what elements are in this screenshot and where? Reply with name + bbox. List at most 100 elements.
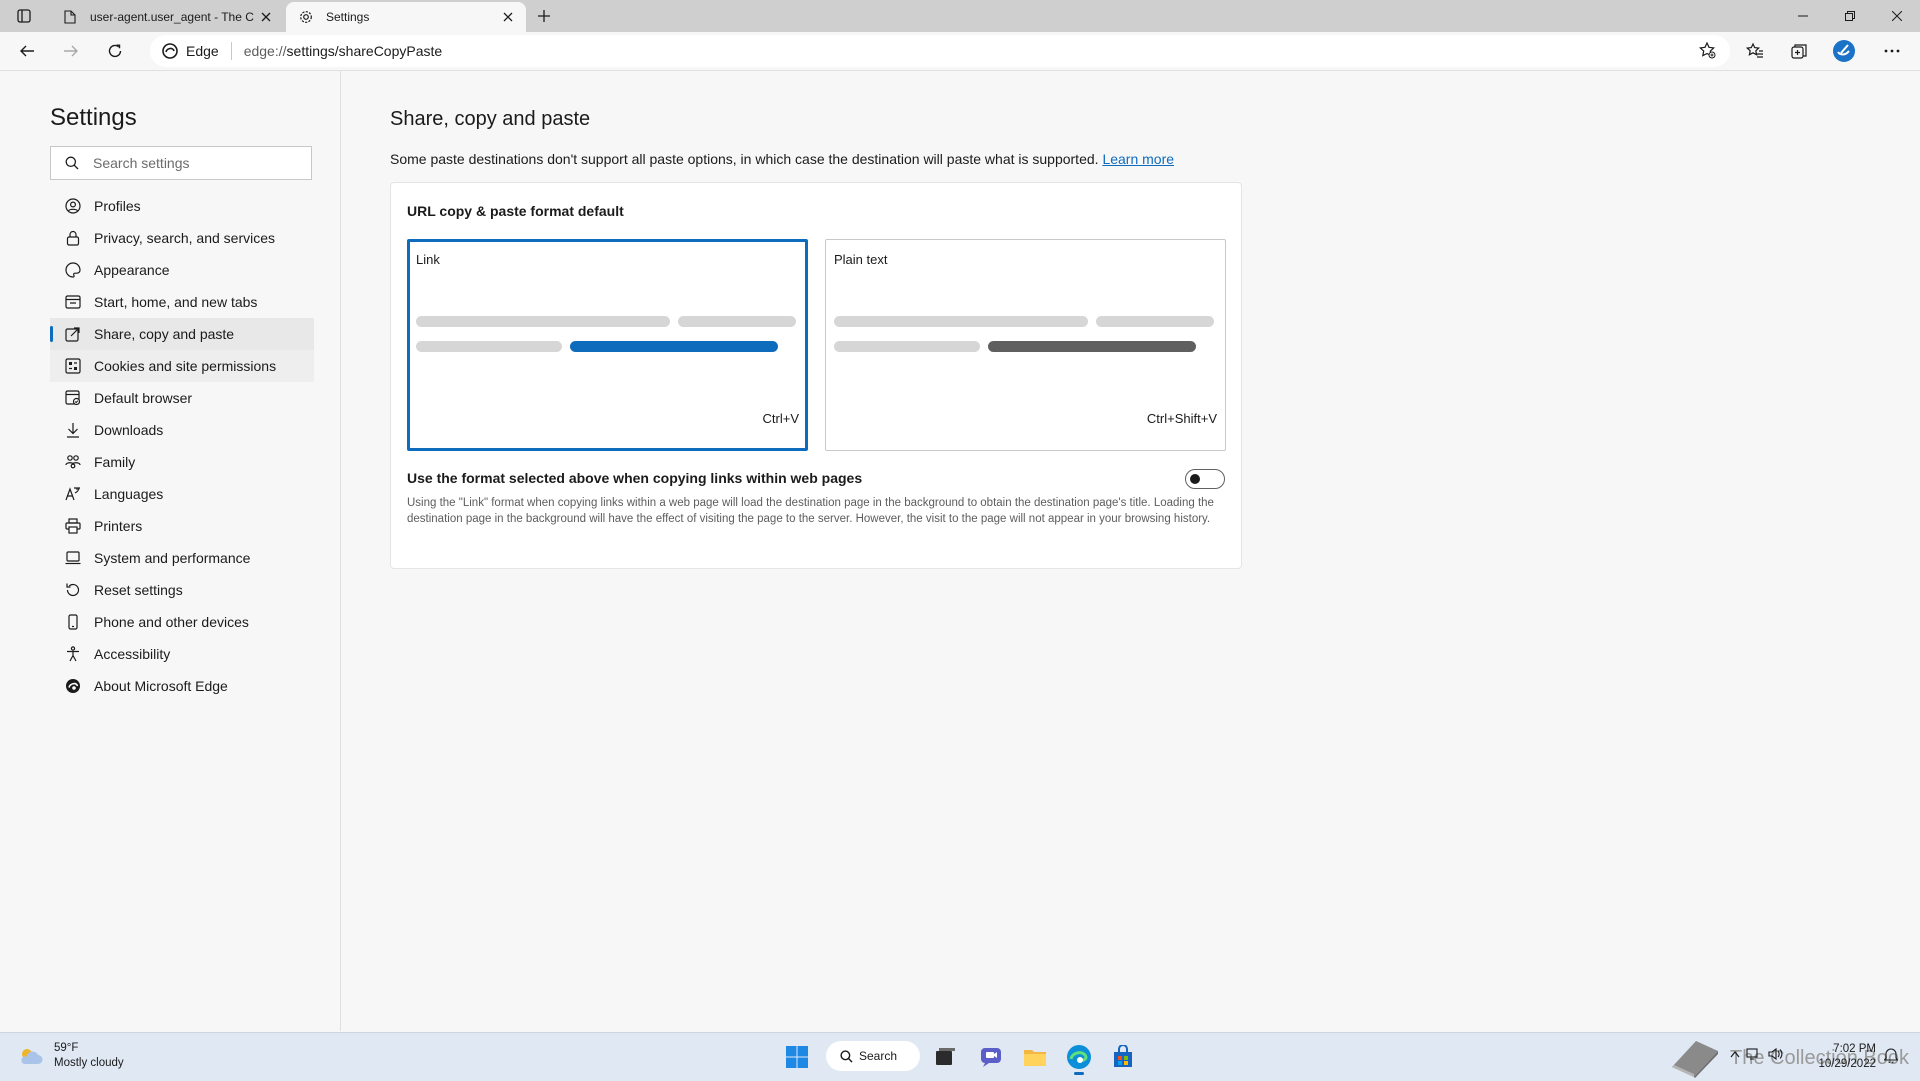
task-view-button[interactable] xyxy=(927,1039,963,1075)
tab-user-agent[interactable]: user-agent.user_agent - The Coll xyxy=(50,2,284,32)
weather-widget[interactable]: 59°F Mostly cloudy xyxy=(18,1041,124,1071)
tab-actions-button[interactable] xyxy=(10,4,38,28)
new-tab-button[interactable] xyxy=(532,4,556,28)
minimize-icon xyxy=(1798,15,1808,17)
lock-icon xyxy=(64,229,82,247)
url-host: edge:// xyxy=(243,43,287,59)
more-menu-button[interactable] xyxy=(1877,37,1907,65)
profile-avatar-button[interactable] xyxy=(1829,37,1859,65)
sidebar-item-label: Family xyxy=(94,454,136,470)
preview-bar xyxy=(678,316,796,327)
plus-icon xyxy=(538,10,550,22)
tab-settings[interactable]: Settings xyxy=(286,2,526,32)
sidebar-item-phone[interactable]: Phone and other devices xyxy=(50,606,314,638)
sidebar-item-family[interactable]: Family xyxy=(50,446,314,478)
back-arrow-icon xyxy=(20,45,34,57)
favorites-icon xyxy=(1746,42,1763,58)
restore-icon xyxy=(1845,11,1855,21)
sidebar-item-share-copy-paste[interactable]: Share, copy and paste xyxy=(50,318,314,350)
store-icon xyxy=(1114,1045,1132,1067)
forward-arrow-icon xyxy=(64,45,78,57)
family-icon xyxy=(64,453,82,471)
tab-strip: user-agent.user_agent - The Coll Setting… xyxy=(0,0,1920,32)
copy-within-pages-toggle[interactable] xyxy=(1185,469,1225,489)
minimize-button[interactable] xyxy=(1780,0,1826,32)
address-bar[interactable]: Edge edge://settings/shareCopyPaste xyxy=(150,35,1730,67)
sidebar-item-start-home[interactable]: Start, home, and new tabs xyxy=(50,286,314,318)
volume-button[interactable] xyxy=(1768,1047,1784,1061)
palette-icon xyxy=(64,261,82,279)
chat-button[interactable] xyxy=(973,1039,1009,1075)
edge-taskbar-button[interactable] xyxy=(1061,1039,1097,1075)
forward-button[interactable] xyxy=(56,37,86,65)
description-text: Some paste destinations don't support al… xyxy=(390,151,1099,167)
sidebar-item-label: Appearance xyxy=(94,262,170,278)
accessibility-icon xyxy=(64,645,82,663)
learn-more-link[interactable]: Learn more xyxy=(1102,151,1174,167)
sidebar-item-printers[interactable]: Printers xyxy=(50,510,314,542)
network-icon xyxy=(1746,1048,1758,1060)
weather-desc: Mostly cloudy xyxy=(54,1057,124,1069)
store-button[interactable] xyxy=(1105,1039,1141,1075)
edge-logo-icon xyxy=(64,677,82,695)
close-icon xyxy=(261,12,271,22)
sidebar-item-label: Start, home, and new tabs xyxy=(94,294,258,310)
refresh-icon xyxy=(108,44,122,58)
clock[interactable]: 7:02 PM 10/29/2022 xyxy=(1812,1042,1876,1072)
sidebar-item-appearance[interactable]: Appearance xyxy=(50,254,314,286)
restore-button[interactable] xyxy=(1827,0,1873,32)
sidebar-item-privacy[interactable]: Privacy, search, and services xyxy=(50,222,314,254)
add-favorite-button[interactable] xyxy=(1698,41,1716,59)
sidebar-item-downloads[interactable]: Downloads xyxy=(50,414,314,446)
taskbar-search-label: Search xyxy=(859,1049,898,1063)
tab-close-button[interactable] xyxy=(496,5,520,29)
sidebar-title: Settings xyxy=(50,104,137,131)
clock-time: 7:02 PM xyxy=(1833,1043,1876,1055)
option-plain-text[interactable]: Plain text Ctrl+Shift+V xyxy=(825,239,1226,451)
favorites-button[interactable] xyxy=(1740,37,1770,65)
refresh-button[interactable] xyxy=(100,37,130,65)
sidebar-item-default-browser[interactable]: Default browser xyxy=(50,382,314,414)
share-icon xyxy=(64,325,82,343)
notification-icon xyxy=(1884,1048,1898,1063)
sidebar-item-label: Default browser xyxy=(94,390,193,406)
start-button[interactable] xyxy=(779,1039,815,1075)
star-add-icon xyxy=(1698,41,1716,59)
cloud-icon xyxy=(21,1049,43,1064)
sidebar-item-cookies[interactable]: Cookies and site permissions xyxy=(50,350,314,382)
more-icon xyxy=(1884,49,1900,53)
edge-chip[interactable]: Edge xyxy=(162,43,219,59)
option-shortcut: Ctrl+V xyxy=(762,411,799,426)
avatar-icon xyxy=(1833,40,1855,62)
notifications-button[interactable] xyxy=(1884,1047,1898,1063)
tab-close-button[interactable] xyxy=(254,5,278,29)
address-separator xyxy=(230,42,232,60)
languages-icon xyxy=(64,485,82,503)
file-explorer-button[interactable] xyxy=(1017,1039,1053,1075)
taskbar-search-button[interactable]: Search xyxy=(826,1041,920,1071)
back-button[interactable] xyxy=(12,37,42,65)
option-shortcut: Ctrl+Shift+V xyxy=(1146,411,1217,426)
browser-icon xyxy=(64,389,82,407)
network-button[interactable] xyxy=(1746,1047,1762,1061)
sidebar-item-system[interactable]: System and performance xyxy=(50,542,314,574)
collections-button[interactable] xyxy=(1784,37,1814,65)
sidebar-item-accessibility[interactable]: Accessibility xyxy=(50,638,314,670)
preview-bar xyxy=(416,316,670,327)
sidebar-item-profiles[interactable]: Profiles xyxy=(50,190,314,222)
sidebar-item-label: Privacy, search, and services xyxy=(94,230,276,246)
settings-nav: Profiles Privacy, search, and services A… xyxy=(50,190,314,702)
volume-icon xyxy=(1768,1047,1783,1061)
sidebar-item-label: Languages xyxy=(94,486,164,502)
sidebar-item-about[interactable]: About Microsoft Edge xyxy=(50,670,314,702)
sidebar-item-reset[interactable]: Reset settings xyxy=(50,574,314,606)
sidebar-item-label: Printers xyxy=(94,518,143,534)
search-settings-input[interactable]: Search settings xyxy=(50,146,312,180)
tray-overflow-button[interactable] xyxy=(1730,1050,1740,1058)
close-window-button[interactable] xyxy=(1874,0,1920,32)
sidebar-item-label: Profiles xyxy=(94,198,141,214)
option-link[interactable]: Link Ctrl+V xyxy=(407,239,808,451)
sidebar-item-languages[interactable]: Languages xyxy=(50,478,314,510)
chat-icon xyxy=(981,1048,1001,1067)
close-icon xyxy=(503,12,513,22)
